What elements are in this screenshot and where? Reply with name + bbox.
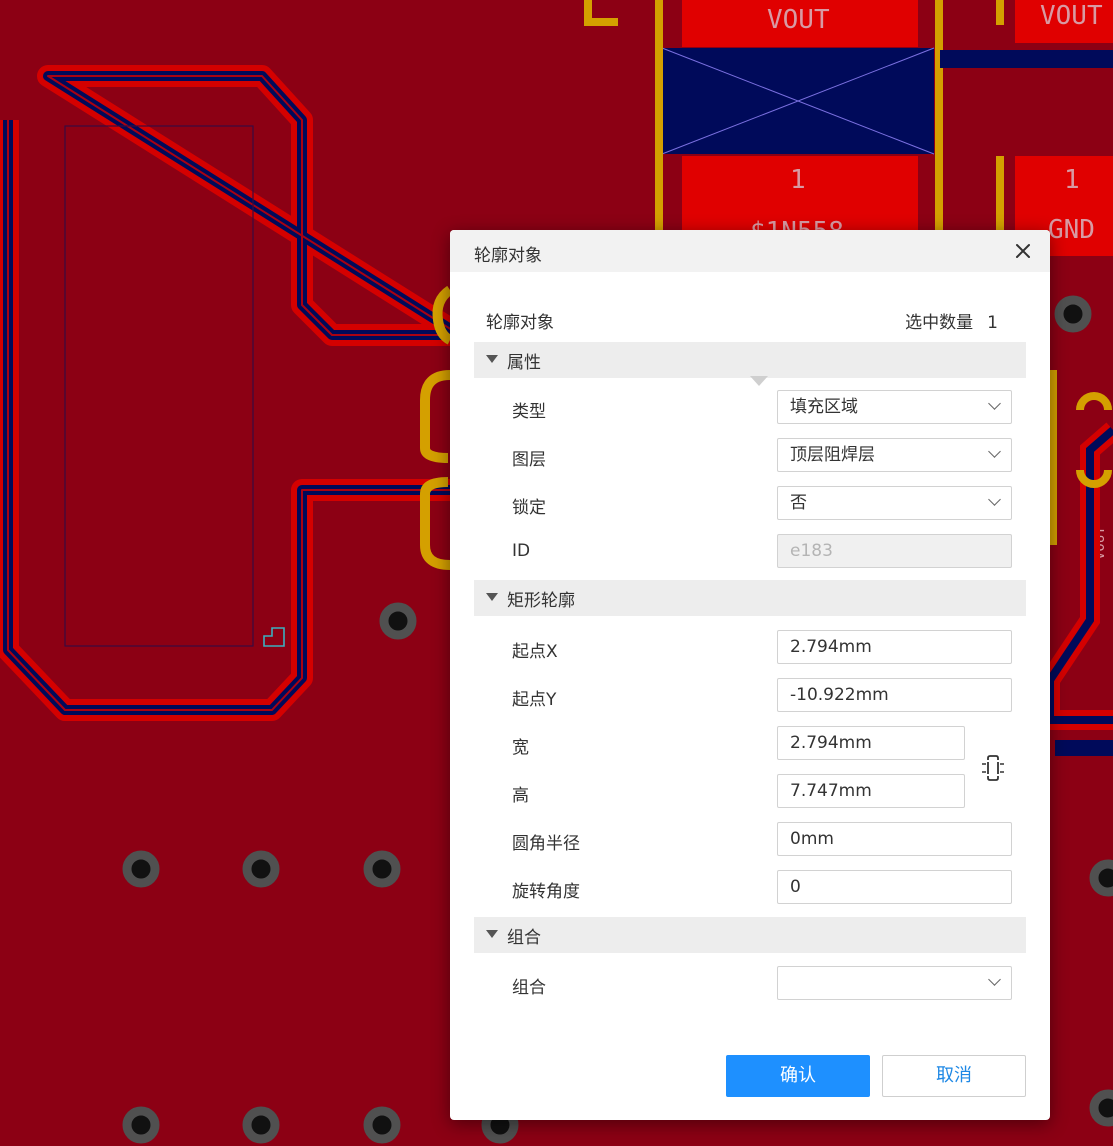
pad-label: 1: [790, 165, 806, 195]
outline-object-dialog: 轮廓对象 轮廓对象 选中数量 1 属性 类型 填充区域 图层 顶层阻焊层 锁定 否: [450, 230, 1050, 1120]
start-y-label: 起点Y: [512, 690, 557, 710]
pad-label: VOUT: [1040, 1, 1103, 31]
lock-label: 锁定: [512, 498, 546, 518]
selected-count-wrap: 选中数量 1: [905, 308, 998, 333]
row-id: ID e183: [512, 534, 1012, 570]
close-icon: [1016, 244, 1030, 258]
selected-count-label: 选中数量: [905, 313, 974, 333]
selected-count-value: 1: [987, 313, 998, 333]
summary-label: 轮廓对象: [486, 313, 554, 333]
row-rotation: 旋转角度: [512, 870, 1012, 906]
chevron-down-icon: [988, 493, 1001, 506]
rotation-input[interactable]: [777, 870, 1012, 904]
radius-input[interactable]: [777, 822, 1012, 856]
pad-label: GND: [1048, 215, 1095, 245]
dialog-title: 轮廓对象: [474, 246, 542, 266]
row-start-y: 起点Y: [512, 678, 1012, 714]
row-lock: 锁定 否: [512, 486, 1012, 522]
lock-value: 否: [790, 493, 807, 513]
width-label: 宽: [512, 738, 529, 758]
row-height: 高: [512, 774, 1002, 810]
collapse-triangle-icon: [486, 593, 498, 601]
chevron-down-icon: [988, 445, 1001, 458]
start-y-input[interactable]: [777, 678, 1012, 712]
row-layer: 图层 顶层阻焊层: [512, 438, 1012, 474]
section-title: 组合: [507, 928, 541, 948]
pad-label: 1: [1064, 165, 1080, 195]
type-value: 填充区域: [790, 397, 858, 417]
height-input[interactable]: [777, 774, 965, 808]
section-attributes[interactable]: 属性: [474, 342, 1026, 378]
confirm-button[interactable]: 确认: [726, 1055, 870, 1097]
start-x-label: 起点X: [512, 642, 558, 662]
id-field: e183: [777, 534, 1012, 568]
section-title: 矩形轮廓: [507, 591, 575, 611]
id-placeholder: e183: [790, 541, 833, 561]
layer-value: 顶层阻焊层: [790, 445, 875, 465]
layer-label: 图层: [512, 450, 546, 470]
layer-select[interactable]: 顶层阻焊层: [777, 438, 1012, 472]
collapse-triangle-icon: [486, 355, 498, 363]
start-x-input[interactable]: [777, 630, 1012, 664]
row-type: 类型 填充区域: [512, 390, 1012, 426]
group-label: 组合: [512, 978, 546, 998]
chevron-down-icon: [988, 973, 1001, 986]
row-corner-radius: 圆角半径: [512, 822, 1012, 858]
lock-select[interactable]: 否: [777, 486, 1012, 520]
collapse-triangle-icon: [486, 930, 498, 938]
tooltip-arrow-icon: [750, 376, 768, 386]
close-button[interactable]: [1012, 240, 1034, 262]
section-group[interactable]: 组合: [474, 917, 1026, 953]
type-select[interactable]: 填充区域: [777, 390, 1012, 424]
rotation-label: 旋转角度: [512, 882, 580, 902]
type-label: 类型: [512, 402, 546, 422]
group-select[interactable]: [777, 966, 1012, 1000]
width-input[interactable]: [777, 726, 965, 760]
cancel-button[interactable]: 取消: [882, 1055, 1026, 1097]
pad-label: VOUT: [767, 5, 830, 35]
row-group: 组合: [512, 966, 1012, 1002]
id-label: ID: [512, 541, 531, 561]
section-rect-outline[interactable]: 矩形轮廓: [474, 580, 1026, 616]
row-start-x: 起点X: [512, 630, 1012, 666]
radius-label: 圆角半径: [512, 834, 580, 854]
height-label: 高: [512, 786, 529, 806]
row-width: 宽: [512, 726, 1002, 762]
link-ratio-icon[interactable]: [980, 754, 1006, 782]
chevron-down-icon: [988, 397, 1001, 410]
section-title: 属性: [507, 353, 541, 373]
selection-summary: 轮廓对象 选中数量 1: [486, 308, 998, 333]
dialog-header: 轮廓对象: [450, 230, 1050, 272]
